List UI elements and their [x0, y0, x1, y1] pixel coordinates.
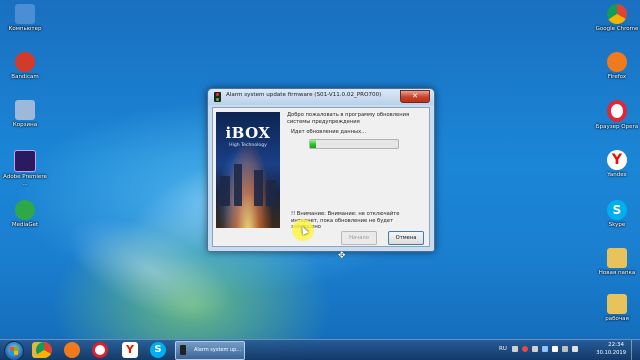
brand-tagline: High Technology: [229, 143, 267, 148]
skype-taskbar-icon[interactable]: S: [150, 342, 166, 358]
clock-date[interactable]: 30.10.2019: [596, 350, 626, 356]
volume-icon[interactable]: [562, 346, 568, 352]
desktop-icon-skype[interactable]: S Skype: [594, 200, 640, 229]
taskbar[interactable]: Y S Alarm system up... RU 22:34 30.10.20…: [0, 339, 640, 360]
folder-icon: [607, 248, 627, 268]
dialog-content: iBOX High Technology Добро пожаловать в …: [212, 107, 430, 247]
taskbar-task-label: Alarm system up...: [194, 347, 242, 353]
language-indicator[interactable]: RU: [499, 346, 507, 352]
desktop-icon-label: Firefox: [607, 74, 627, 80]
mediaget-icon: [15, 200, 35, 220]
desktop-icon-work-folder[interactable]: рабочая: [594, 294, 640, 323]
desktop-icon-premiere[interactable]: Adobe Premiere ...: [2, 150, 48, 188]
banner-building: [234, 164, 242, 206]
desktop-icon-recycle-bin[interactable]: Корзина: [2, 100, 48, 129]
skype-icon: S: [607, 200, 627, 220]
firefox-icon: [607, 52, 627, 72]
traffic-light-icon: [214, 92, 221, 102]
yandex-icon: Y: [607, 150, 627, 170]
taskbar-firmware-update[interactable]: Alarm system up...: [175, 341, 245, 360]
desktop[interactable]: Компьютер Bandicam Корзина Adobe Premier…: [0, 0, 640, 360]
clock-time[interactable]: 22:34: [608, 342, 624, 348]
move-cursor-icon: ✥: [338, 251, 346, 261]
progress-bar: [309, 139, 399, 149]
desktop-icon-computer[interactable]: Компьютер: [2, 4, 48, 33]
tray-icon[interactable]: [532, 346, 538, 352]
desktop-icon-bandicam[interactable]: Bandicam: [2, 52, 48, 81]
welcome-text: Добро пожаловать в программу обновления …: [287, 112, 410, 125]
desktop-icon-label: Adobe Premiere ...: [3, 174, 47, 187]
window-title: Alarm system update firmware (S01-V11.0.…: [226, 92, 382, 98]
network-icon[interactable]: [542, 346, 548, 352]
opera-taskbar-icon[interactable]: [92, 342, 108, 358]
desktop-icon-label: Skype: [608, 222, 626, 228]
folder-icon: [607, 294, 627, 314]
flag-icon[interactable]: [572, 346, 578, 352]
desktop-icon-label: Корзина: [12, 122, 38, 128]
firmware-update-window[interactable]: Alarm system update firmware (S01-V11.0.…: [207, 88, 435, 252]
tray-icon[interactable]: [552, 346, 558, 352]
bandicam-icon: [15, 52, 35, 72]
start-button[interactable]: [4, 341, 24, 360]
computer-icon: [15, 4, 35, 24]
desktop-icon-label: MediaGet: [11, 222, 39, 228]
chrome-icon: [607, 4, 627, 24]
desktop-icon-firefox[interactable]: Firefox: [594, 52, 640, 81]
desktop-icon-yandex[interactable]: Y Yandex: [594, 150, 640, 179]
desktop-icon-label: Компьютер: [8, 26, 42, 32]
close-button[interactable]: ✕: [400, 90, 430, 103]
tray-icon[interactable]: [522, 346, 528, 352]
desktop-icon-label: Новая папка: [598, 270, 636, 276]
desktop-icon-new-folder[interactable]: Новая папка: [594, 248, 640, 277]
start-button-disabled[interactable]: Начало: [341, 231, 377, 245]
premiere-icon: [14, 150, 36, 172]
desktop-icon-label: Браузер Opera: [595, 124, 639, 130]
desktop-icon-label: Bandicam: [11, 74, 39, 80]
opera-icon: [607, 100, 627, 122]
desktop-icon-label: Yandex: [607, 172, 627, 178]
tray-icon[interactable]: [512, 346, 518, 352]
ibox-logo: iBOX: [225, 124, 271, 142]
brand-banner: iBOX High Technology: [216, 112, 280, 228]
banner-building: [220, 176, 230, 206]
recycle-bin-icon: [15, 100, 35, 120]
title-bar[interactable]: Alarm system update firmware (S01-V11.0.…: [208, 89, 434, 105]
firefox-taskbar-icon[interactable]: [64, 342, 80, 358]
desktop-icon-label: рабочая: [605, 316, 629, 322]
desktop-icon-chrome[interactable]: Google Chrome: [594, 4, 640, 33]
desktop-icon-opera[interactable]: Браузер Opera: [594, 100, 640, 131]
banner-building: [254, 170, 263, 206]
traffic-light-icon: [180, 345, 186, 355]
show-desktop-button[interactable]: [631, 340, 640, 360]
chrome-taskbar-icon[interactable]: [36, 342, 52, 358]
cancel-button[interactable]: Отмена: [388, 231, 424, 245]
status-text: Идет обновление данных...: [291, 129, 367, 135]
progress-fill: [310, 140, 317, 148]
yandex-taskbar-icon[interactable]: Y: [122, 342, 138, 358]
desktop-icon-mediaget[interactable]: MediaGet: [2, 200, 48, 229]
banner-building: [266, 180, 276, 206]
desktop-icon-label: Google Chrome: [595, 26, 639, 32]
